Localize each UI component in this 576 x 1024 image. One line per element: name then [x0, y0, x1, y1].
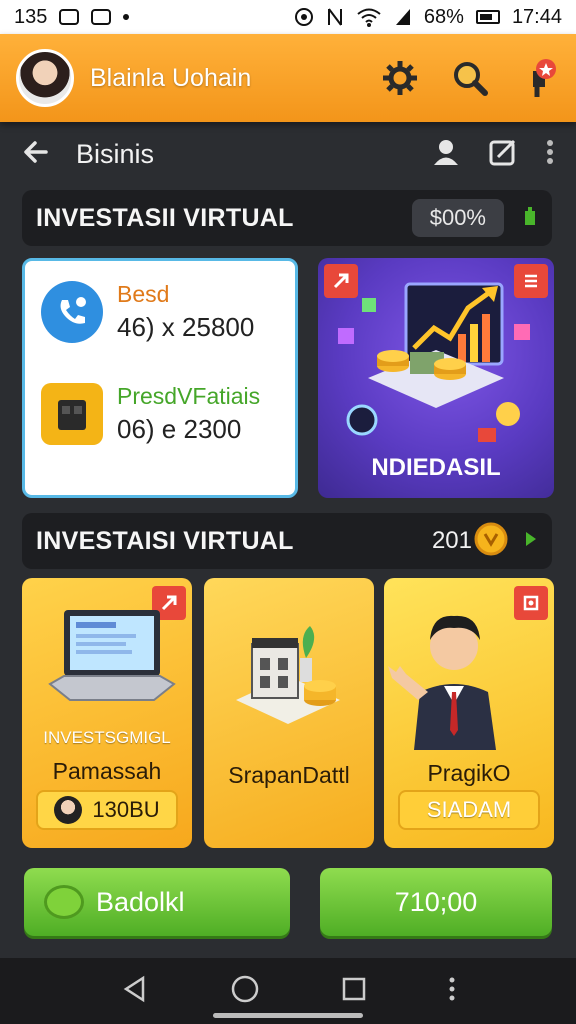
promo-card[interactable]: NDIEDASIL: [318, 258, 554, 498]
more-vert-icon[interactable]: [448, 976, 456, 1007]
mini-avatar-icon: [54, 796, 83, 824]
user-avatar[interactable]: [16, 49, 74, 107]
section-investasi-2: INVESTAISI VIRTUAL 201: [22, 513, 552, 569]
profile-icon[interactable]: [432, 138, 460, 171]
system-nav-bar: [0, 958, 576, 1024]
info-label-1: Besd: [117, 281, 170, 307]
product-name: Pamassah: [52, 758, 162, 784]
edit-icon[interactable]: [488, 137, 518, 172]
product-action-button[interactable]: SIADAM: [398, 790, 540, 830]
monster-icon: [44, 885, 84, 919]
battery-icon: [475, 10, 500, 24]
product-name: PragikO: [427, 760, 511, 786]
info-label-2: PresdVFatiais: [117, 383, 261, 409]
percent-badge: $00%: [411, 199, 504, 237]
section-title-2: INVESTAISI VIRTUAL: [36, 526, 294, 555]
info-value-2: 06) e 2300: [117, 414, 242, 444]
info-card[interactable]: Besd 46) x 25800 PresdVFatiais 06) e 230…: [22, 258, 298, 498]
coin-count: 201: [431, 527, 472, 554]
product-price-chip[interactable]: 130BU: [36, 790, 178, 830]
right-button-label: 710;00: [394, 886, 478, 917]
signal-icon: [395, 9, 410, 25]
message-icon: [59, 9, 80, 25]
left-green-button[interactable]: Badolkl: [24, 868, 290, 936]
status-time-left: 135: [14, 5, 48, 28]
nfc-icon: [327, 8, 342, 26]
coin-icon: [474, 522, 508, 561]
investment-illustration-icon: [338, 282, 530, 442]
section-title: INVESTASII VIRTUAL: [36, 203, 294, 232]
product-name: SrapanDattl: [228, 762, 350, 788]
product-price: 130BU: [92, 797, 160, 822]
laptop-icon: [48, 610, 176, 701]
gallery-icon: [91, 9, 112, 25]
recents-square-icon[interactable]: [341, 976, 367, 1007]
search-icon[interactable]: [450, 58, 490, 98]
home-circle-icon[interactable]: [230, 974, 260, 1009]
user-name: Blainla Uohain: [90, 63, 252, 92]
home-indicator: [213, 1013, 363, 1018]
dot-icon: [123, 14, 130, 20]
product-subtitle: INVESTSGMIGL: [43, 728, 171, 747]
section-investasi-1: INVESTASII VIRTUAL $00%: [22, 190, 552, 246]
promo-label: NDIEDASIL: [371, 454, 501, 481]
wifi-icon: [357, 8, 381, 27]
clock: 17:44: [511, 5, 562, 28]
product-card-3[interactable]: PragikO SIADAM: [384, 578, 554, 848]
phone-settings-icon: [41, 281, 103, 343]
back-arrow-icon[interactable]: [22, 138, 50, 171]
left-button-label: Badolkl: [96, 886, 185, 917]
info-value-1: 46) x 25800: [117, 312, 255, 342]
chevron-right-icon[interactable]: [524, 530, 538, 553]
product-card-2[interactable]: SrapanDattl: [204, 578, 374, 848]
right-green-button[interactable]: 710;00: [320, 868, 552, 936]
device-icon: [41, 383, 103, 445]
target-icon: [294, 8, 313, 26]
settings-gear-icon[interactable]: [380, 58, 420, 98]
nav-bar: Bisinis: [0, 122, 576, 186]
back-triangle-icon[interactable]: [121, 975, 149, 1008]
status-bar: 135 68% 17:44: [0, 0, 576, 34]
notification-icon[interactable]: [520, 58, 560, 98]
app-header: Blainla Uohain: [0, 34, 576, 122]
battery-percent: 68%: [423, 5, 464, 28]
page-title: Bisinis: [76, 138, 155, 169]
battery-level-icon: [522, 205, 538, 232]
product-card-1[interactable]: INVESTSGMIGL Pamassah 130BU: [22, 578, 192, 848]
more-vert-icon[interactable]: [546, 139, 554, 170]
building-icon: [236, 626, 340, 724]
businessman-icon: [388, 615, 496, 750]
